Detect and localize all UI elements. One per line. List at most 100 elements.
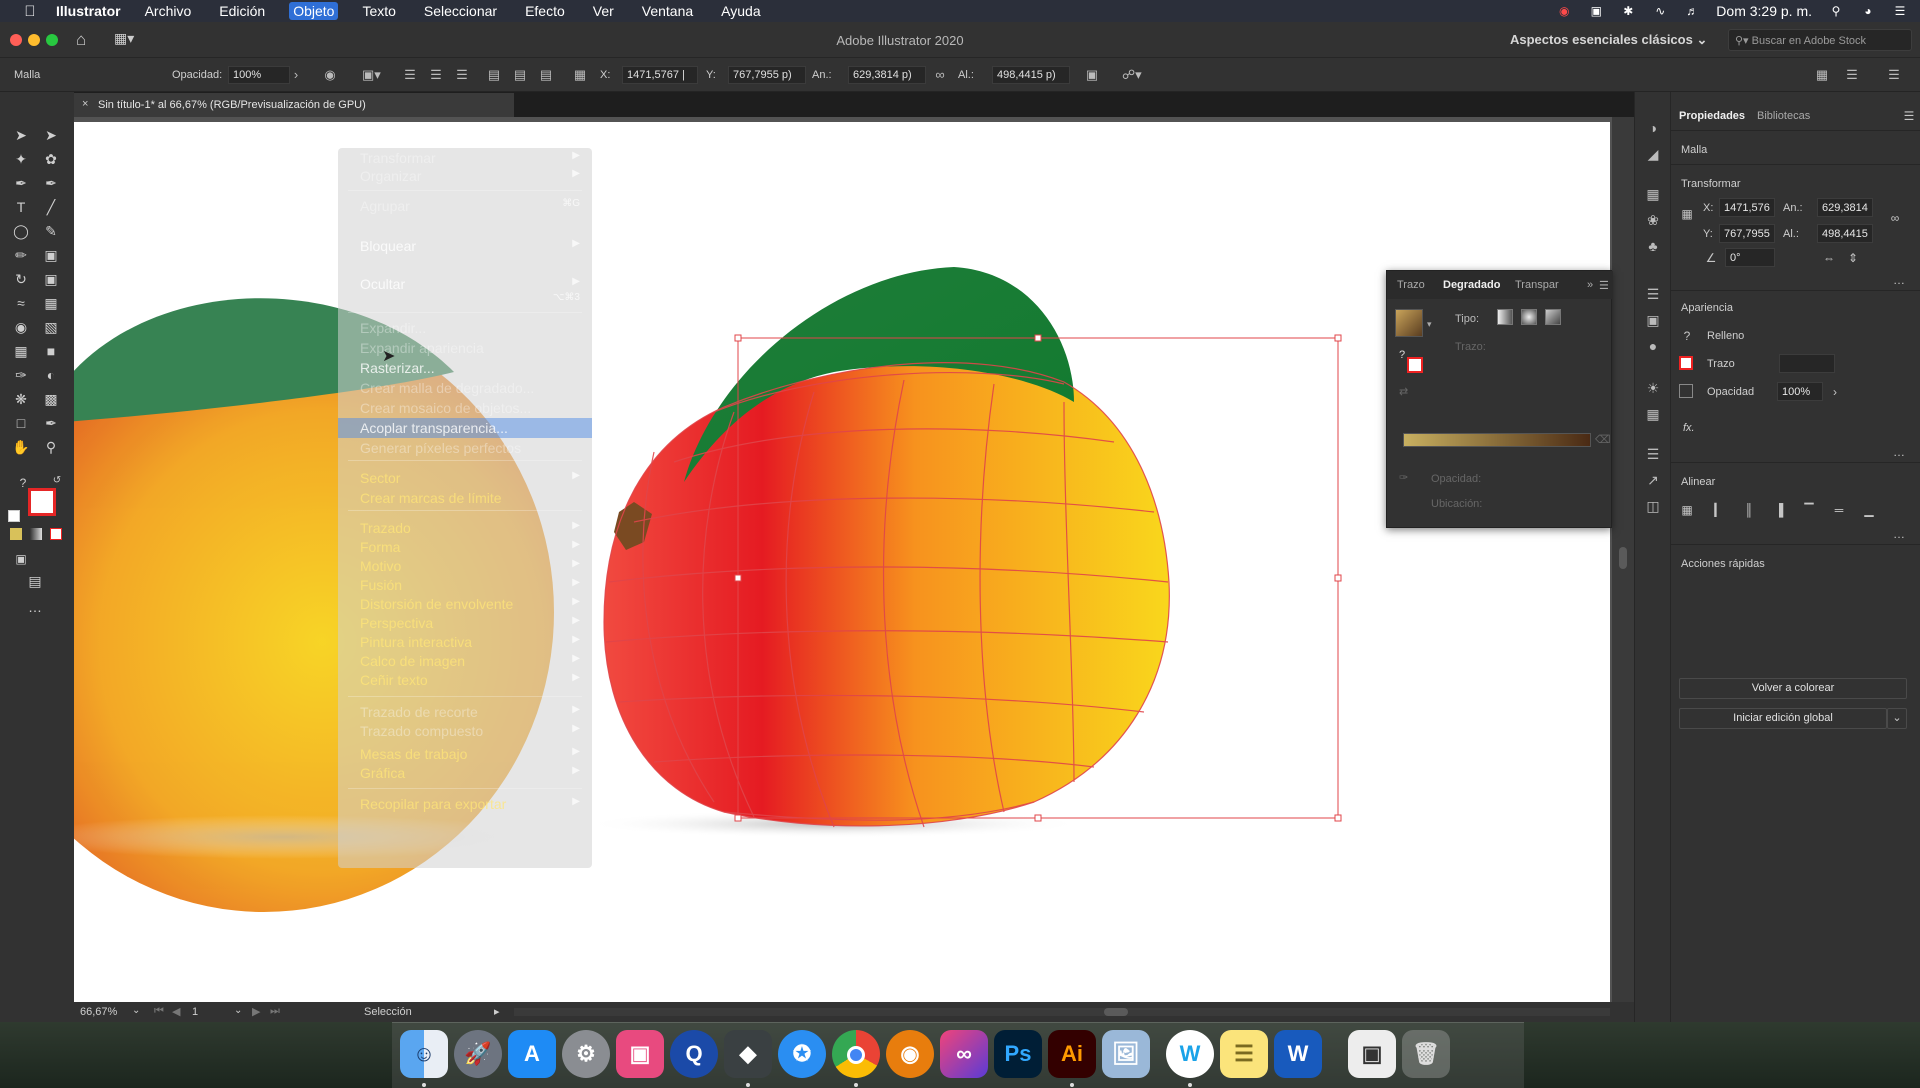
- tab-trazo[interactable]: Trazo: [1397, 279, 1425, 291]
- dock-filmora[interactable]: ◆: [724, 1030, 772, 1078]
- props-opacity-field[interactable]: 100%: [1777, 382, 1823, 401]
- artboard-dropdown-icon[interactable]: ⌄: [234, 1005, 242, 1016]
- align-hcenter-icon[interactable]: ║: [1741, 502, 1757, 518]
- artboard-next-icon[interactable]: ▶: [252, 1005, 260, 1018]
- artboard-number[interactable]: 1: [192, 1006, 198, 1018]
- align-bottom-icon[interactable]: ▤: [538, 67, 554, 83]
- control-center-icon[interactable]: ☰: [1892, 4, 1908, 18]
- zoom-level[interactable]: 66,67%: [80, 1006, 117, 1018]
- color-panel-icon[interactable]: ◑: [1643, 118, 1663, 138]
- artboards-panel-icon[interactable]: ◫: [1643, 496, 1663, 516]
- reference-point-icon[interactable]: ▦: [1679, 206, 1695, 222]
- transform-icon[interactable]: ▣: [1084, 67, 1100, 83]
- align-right-icon[interactable]: ☰: [454, 67, 470, 83]
- constrain-proportions-icon[interactable]: ∞: [1887, 210, 1903, 226]
- artboard-last-icon[interactable]: ⏭: [270, 1005, 280, 1018]
- mesh-mango-object[interactable]: [584, 267, 1170, 838]
- height-field[interactable]: 498,4415 p): [992, 66, 1070, 84]
- menu-item-trazado-recorte[interactable]: Trazado de recorte ▶: [360, 704, 592, 720]
- scale-tool-icon[interactable]: ▣: [40, 268, 62, 290]
- menu-texto[interactable]: Texto: [358, 2, 399, 20]
- adobe-stock-search-input[interactable]: ⚲▾ Buscar en Adobe Stock: [1728, 29, 1912, 51]
- menu-archivo[interactable]: Archivo: [141, 2, 196, 20]
- dock-wondershare[interactable]: W: [1166, 1030, 1214, 1078]
- props-angle-field[interactable]: 0°: [1725, 248, 1775, 267]
- props-w-field[interactable]: 629,3814: [1817, 198, 1873, 217]
- selection-tool-icon[interactable]: ➤: [10, 124, 32, 146]
- dock-launchpad[interactable]: 🚀: [454, 1030, 502, 1078]
- reference-point-icon[interactable]: ▦: [572, 67, 588, 83]
- menu-seleccionar[interactable]: Seleccionar: [420, 2, 501, 20]
- menu-item-transformar[interactable]: Transformar ▶: [360, 150, 592, 166]
- arrange-icon[interactable]: ▦: [1814, 67, 1830, 83]
- graphic-styles-icon[interactable]: ▦: [1643, 404, 1663, 424]
- menu-ver[interactable]: Ver: [589, 2, 618, 20]
- status-menu-arrow-icon[interactable]: ▸: [494, 1005, 500, 1018]
- menu-efecto[interactable]: Efecto: [521, 2, 569, 20]
- flip-horizontal-icon[interactable]: ⇔: [1821, 250, 1837, 266]
- panel-options-icon[interactable]: ☰: [1844, 67, 1860, 83]
- dock-word[interactable]: W: [1274, 1030, 1322, 1078]
- align-left-icon[interactable]: ☰: [402, 67, 418, 83]
- shaper-tool-icon[interactable]: ✏: [10, 244, 32, 266]
- tab-propiedades[interactable]: Propiedades: [1679, 110, 1745, 122]
- menu-item-rasterizar[interactable]: Rasterizar...: [360, 360, 435, 376]
- menu-item-expandir-apariencia[interactable]: Expandir apariencia: [360, 340, 484, 356]
- symbols-panel-icon[interactable]: ♣: [1643, 236, 1663, 256]
- rotate-tool-icon[interactable]: ↻: [10, 268, 32, 290]
- brushes-panel-icon[interactable]: ❀: [1643, 210, 1663, 230]
- dock-notes[interactable]: ☰: [1220, 1030, 1268, 1078]
- transparency-panel-icon[interactable]: ●: [1643, 336, 1663, 356]
- appearance-panel-icon[interactable]: ☀: [1643, 378, 1663, 398]
- tab-transparencia[interactable]: Transpar: [1515, 279, 1559, 291]
- line-tool-icon[interactable]: ╱: [40, 196, 62, 218]
- menu-item-ocultar[interactable]: Ocultar ▶: [360, 276, 592, 292]
- zoom-dropdown-icon[interactable]: ⌄: [132, 1005, 140, 1016]
- menu-item-motivo[interactable]: Motivo ▶: [360, 558, 592, 574]
- color-guide-icon[interactable]: ◢: [1643, 144, 1663, 164]
- stroke-panel-icon[interactable]: ☰: [1643, 284, 1663, 304]
- align-hcenter-icon[interactable]: ☰: [428, 67, 444, 83]
- workspace-switcher[interactable]: Aspectos esenciales clásicos ⌄: [1510, 32, 1707, 48]
- flip-vertical-icon[interactable]: ⇕: [1845, 250, 1861, 266]
- close-tab-icon[interactable]: ×: [82, 98, 88, 110]
- artboard-first-icon[interactable]: ⏮: [154, 1005, 164, 1018]
- opacity-expand-arrow-icon[interactable]: ›: [288, 67, 304, 83]
- more-options-icon[interactable]: …: [1891, 272, 1907, 288]
- dock-blender[interactable]: ◉: [886, 1030, 934, 1078]
- gradient-tool-icon[interactable]: ■: [40, 340, 62, 362]
- menu-item-pixeles-perfectos[interactable]: Generar píxeles perfectos: [360, 440, 521, 456]
- menu-item-distorsion-envolvente[interactable]: Distorsión de envolvente ▶: [360, 596, 592, 612]
- asset-export-icon[interactable]: ↗: [1643, 470, 1663, 490]
- direct-selection-tool-icon[interactable]: ➤: [40, 124, 62, 146]
- stroke-color-swatch[interactable]: [1679, 356, 1693, 370]
- notification-icon[interactable]: ▣: [1588, 4, 1604, 18]
- linear-gradient-icon[interactable]: [1497, 309, 1513, 325]
- menu-item-trazado-compuesto[interactable]: Trazado compuesto ▶: [360, 723, 592, 739]
- menu-item-mesas-trabajo[interactable]: Mesas de trabajo ▶: [360, 746, 592, 762]
- gradient-swatch-dropdown-icon[interactable]: ▾: [1427, 319, 1432, 330]
- dock-finder[interactable]: ☺: [400, 1030, 448, 1078]
- dock-system-preferences[interactable]: ⚙: [562, 1030, 610, 1078]
- menu-item-expandir[interactable]: Expandir...: [360, 320, 426, 336]
- symbol-sprayer-tool-icon[interactable]: ❋: [10, 388, 32, 410]
- global-edit-dropdown-button[interactable]: ⌄: [1887, 708, 1907, 729]
- wifi-icon[interactable]: ∿: [1652, 4, 1668, 18]
- props-h-field[interactable]: 498,4415: [1817, 224, 1873, 243]
- menu-item-bloquear[interactable]: Bloquear ▶: [360, 238, 592, 254]
- menubar-app-name[interactable]: Illustrator: [56, 3, 121, 19]
- freeform-gradient-icon[interactable]: [1545, 309, 1561, 325]
- dock-safari[interactable]: ✪: [778, 1030, 826, 1078]
- menu-icon[interactable]: ☰: [1886, 67, 1902, 83]
- spotlight-icon[interactable]: ⚲: [1828, 4, 1844, 18]
- menu-item-acoplar-transparencia[interactable]: Acoplar transparencia...: [360, 420, 508, 436]
- dock-quicktime[interactable]: Q: [670, 1030, 718, 1078]
- dock-app-store[interactable]: A: [508, 1030, 556, 1078]
- vertical-scroll-thumb[interactable]: [1619, 547, 1627, 569]
- props-y-field[interactable]: 767,7955: [1719, 224, 1775, 243]
- stroke-weight-field[interactable]: [1779, 354, 1835, 373]
- align-bottom-icon[interactable]: ▁: [1861, 502, 1877, 518]
- layers-panel-icon[interactable]: ☰: [1643, 444, 1663, 464]
- document-tab[interactable]: × Sin título-1* al 66,67% (RGB/Previsual…: [74, 93, 514, 117]
- dock-illustrator[interactable]: Ai: [1048, 1030, 1096, 1078]
